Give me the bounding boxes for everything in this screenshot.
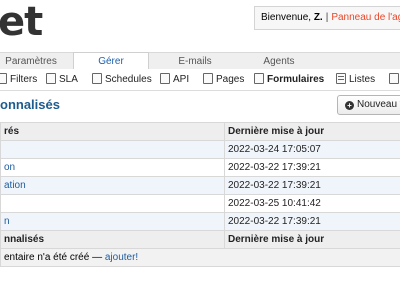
main-tabs: Paramètres Gérer E-mails Agents bbox=[0, 52, 400, 71]
subnav-pages-label: Pages bbox=[216, 74, 245, 85]
grid-icon bbox=[389, 73, 399, 84]
tab-emails[interactable]: E-mails bbox=[162, 53, 228, 70]
subnav-schedules-label: Schedules bbox=[105, 74, 152, 85]
tab-parametres[interactable]: Paramètres bbox=[0, 53, 64, 70]
forms-table: rés Dernière mise à jour 2022-03-24 17:0… bbox=[0, 122, 400, 267]
table-row: 2022-03-24 17:05:07 bbox=[0, 140, 400, 159]
empty-note: entaire n'a été créé — ajouter! bbox=[0, 248, 400, 267]
user-name: Z. bbox=[313, 12, 323, 23]
page-title: onnalisés bbox=[0, 97, 60, 112]
subnav-filters[interactable]: Filters bbox=[0, 73, 37, 87]
form-link[interactable]: n bbox=[4, 216, 10, 227]
subnav-sla-label: SLA bbox=[59, 74, 78, 85]
updated-cell: 2022-03-22 17:39:21 bbox=[224, 176, 400, 195]
updated-cell: 2022-03-22 17:39:21 bbox=[224, 212, 400, 231]
form-name-cell bbox=[0, 194, 225, 213]
subnav-api[interactable]: API bbox=[160, 73, 189, 87]
forms-icon bbox=[254, 73, 264, 84]
updated-cell: 2022-03-22 17:39:21 bbox=[224, 158, 400, 177]
footer-header-updated: Dernière mise à jour bbox=[224, 230, 400, 249]
table-header-row: rés Dernière mise à jour bbox=[0, 122, 400, 141]
subnav-listes[interactable]: Listes bbox=[336, 73, 375, 87]
column-header-updated[interactable]: Dernière mise à jour bbox=[224, 122, 400, 141]
subnav-formulaires[interactable]: Formulaires bbox=[254, 73, 324, 87]
site-logo: et bbox=[0, 0, 43, 45]
agent-panel-link[interactable]: Panneau de l'age bbox=[331, 12, 400, 23]
subnav-formulaires-label: Formulaires bbox=[267, 74, 325, 85]
table-row: ation 2022-03-22 17:39:21 bbox=[0, 176, 400, 195]
footer-header-name: nnalisés bbox=[0, 230, 225, 249]
table-footer-header-row: nnalisés Dernière mise à jour bbox=[0, 230, 400, 249]
lists-icon bbox=[336, 73, 346, 84]
subnav-filters-label: Filters bbox=[10, 74, 38, 85]
header: et Bienvenue, Z.|Panneau de l'age bbox=[0, 0, 400, 52]
form-name-cell: n bbox=[0, 212, 225, 231]
updated-cell: 2022-03-24 17:05:07 bbox=[224, 140, 400, 159]
column-header-name[interactable]: rés bbox=[0, 122, 225, 141]
table-footer-note-row: entaire n'a été créé — ajouter! bbox=[0, 248, 400, 267]
subnav-more[interactable] bbox=[389, 73, 400, 87]
form-link[interactable]: ation bbox=[4, 180, 26, 191]
add-link[interactable]: ajouter! bbox=[105, 252, 138, 263]
tab-agents[interactable]: Agents bbox=[248, 53, 310, 70]
schedules-icon bbox=[92, 73, 102, 84]
filter-icon bbox=[0, 73, 7, 84]
welcome-text: Bienvenue, bbox=[261, 12, 314, 23]
form-link[interactable]: on bbox=[4, 162, 15, 173]
sub-navigation: Filters SLA Schedules API Pages Formulai… bbox=[0, 69, 400, 91]
welcome-bar: Bienvenue, Z.|Panneau de l'age bbox=[254, 6, 400, 30]
form-name-cell: on bbox=[0, 158, 225, 177]
subnav-pages[interactable]: Pages bbox=[203, 73, 244, 87]
subnav-listes-label: Listes bbox=[349, 74, 376, 85]
form-name-cell bbox=[0, 140, 225, 159]
table-row: n 2022-03-22 17:39:21 bbox=[0, 212, 400, 231]
api-icon bbox=[160, 73, 170, 84]
sla-icon bbox=[46, 73, 56, 84]
subnav-schedules[interactable]: Schedules bbox=[92, 73, 152, 87]
table-row: 2022-03-25 10:41:42 bbox=[0, 194, 400, 213]
table-row: on 2022-03-22 17:39:21 bbox=[0, 158, 400, 177]
updated-cell: 2022-03-25 10:41:42 bbox=[224, 194, 400, 213]
subnav-api-label: API bbox=[173, 74, 190, 85]
new-form-button-label: Nouveau fo bbox=[357, 99, 400, 110]
empty-note-text: entaire n'a été créé — bbox=[4, 252, 105, 263]
welcome-separator: | bbox=[325, 12, 329, 23]
subnav-sla[interactable]: SLA bbox=[46, 73, 78, 87]
pages-icon bbox=[203, 73, 213, 84]
plus-circle-icon: + bbox=[345, 101, 354, 110]
new-form-button[interactable]: +Nouveau fo bbox=[337, 95, 400, 115]
form-name-cell: ation bbox=[0, 176, 225, 195]
